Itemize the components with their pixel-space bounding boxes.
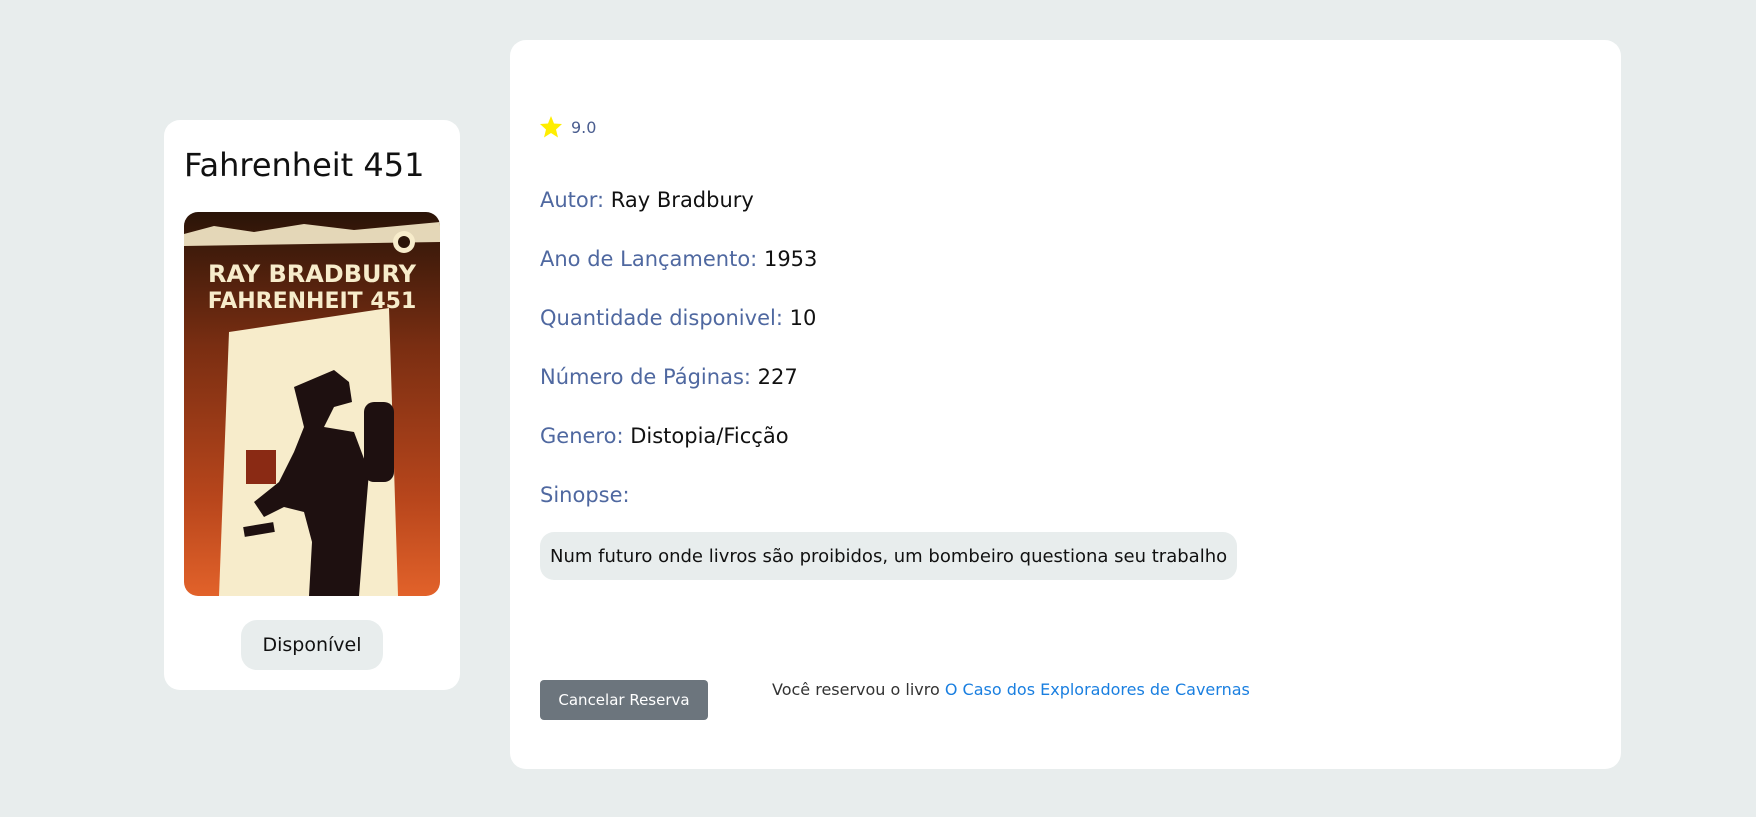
reserved-book-link[interactable]: O Caso dos Exploradores de Cavernas [945, 680, 1250, 699]
availability-status: Disponível [241, 620, 383, 670]
quantity-field: Quantidade disponivel: 10 [540, 306, 816, 330]
reservation-message-text: Você reservou o livro [772, 680, 940, 699]
book-details-card: 9.0 Autor: Ray Bradbury Ano de Lançament… [510, 40, 1621, 769]
cancel-reservation-button[interactable]: Cancelar Reserva [540, 680, 708, 720]
author-value: Ray Bradbury [610, 188, 754, 212]
genre-field: Genero: Distopia/Ficção [540, 424, 789, 448]
release-year-value: 1953 [763, 247, 818, 271]
book-card: Fahrenheit 451 RAY BRADBURY FAHRENHEIT 4… [164, 120, 460, 690]
quantity-label: Quantidade disponivel: [540, 306, 783, 330]
quantity-value: 10 [789, 306, 817, 330]
book-cover-image: RAY BRADBURY FAHRENHEIT 451 [184, 212, 440, 596]
cover-author-text: RAY BRADBURY [208, 260, 417, 288]
genre-value: Distopia/Ficção [630, 424, 789, 448]
pages-field: Número de Páginas: 227 [540, 365, 798, 389]
rating-value: 9.0 [571, 117, 597, 137]
cover-title-text: FAHRENHEIT 451 [208, 289, 417, 314]
book-title: Fahrenheit 451 [184, 146, 425, 184]
author-label: Autor: [540, 188, 605, 212]
release-year-field: Ano de Lançamento: 1953 [540, 247, 817, 271]
synopsis-label: Sinopse: [540, 483, 630, 507]
pages-value: 227 [757, 365, 798, 389]
pages-label: Número de Páginas: [540, 365, 751, 389]
synopsis-field: Sinopse: [540, 483, 630, 507]
genre-label: Genero: [540, 424, 624, 448]
author-field: Autor: Ray Bradbury [540, 188, 754, 212]
release-year-label: Ano de Lançamento: [540, 247, 758, 271]
rating: 9.0 [539, 115, 596, 139]
star-icon [540, 116, 562, 138]
synopsis-text: Num futuro onde livros são proibidos, um… [540, 532, 1238, 580]
reservation-message: Você reservou o livro O Caso dos Explora… [772, 680, 1250, 699]
